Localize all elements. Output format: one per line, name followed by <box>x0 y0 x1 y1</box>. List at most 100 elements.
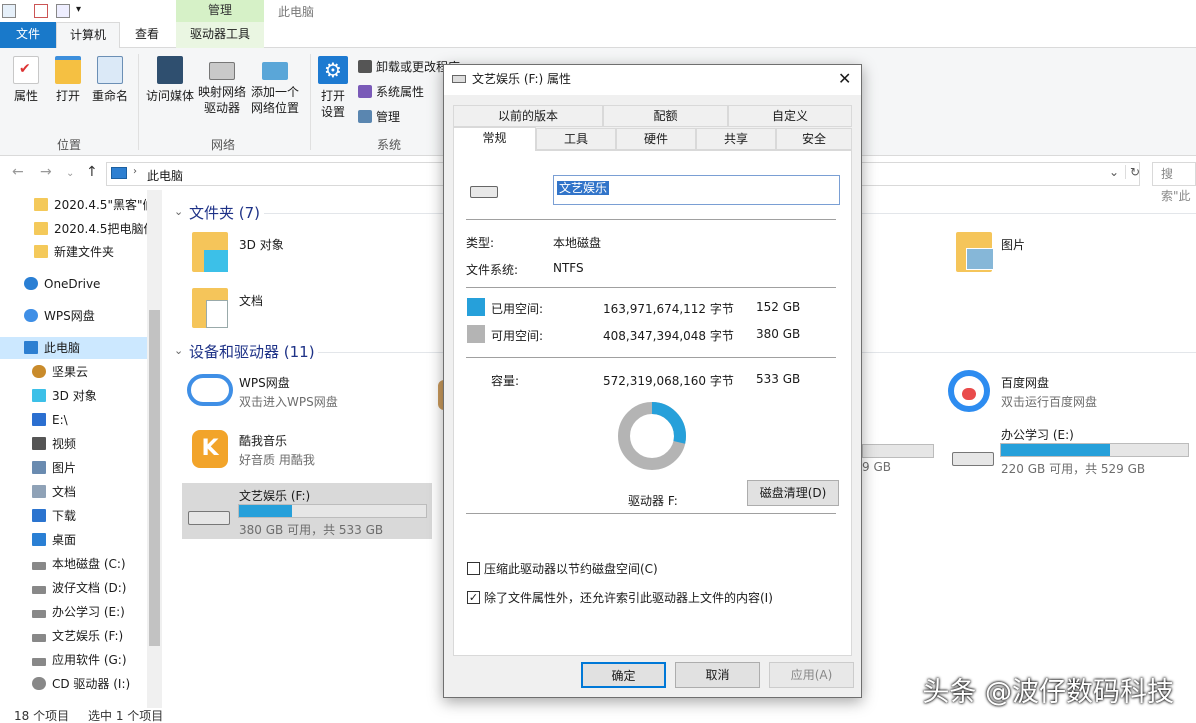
dialog-title-bar[interactable]: 文艺娱乐 (F:) 属性 ✕ <box>444 65 861 95</box>
device-item-e-drive[interactable]: 办公学习 (E:) 220 GB 可用，共 529 GB <box>946 422 1196 478</box>
folder-name: 文档 <box>239 294 264 308</box>
sidebar-item-this-pc[interactable]: 此电脑 <box>0 337 147 359</box>
tab-computer[interactable]: 计算机 <box>56 22 120 48</box>
sidebar-item[interactable]: 本地磁盘 (C:) <box>0 553 147 575</box>
system-properties-label: 系统属性 <box>376 85 425 99</box>
onedrive-cloud-icon <box>24 277 38 290</box>
sidebar-item-label: 桌面 <box>52 533 77 547</box>
manage-button[interactable]: 管理 <box>358 109 400 125</box>
rename-button[interactable]: 重命名 <box>90 56 130 104</box>
apply-button[interactable]: 应用(A) <box>769 662 854 688</box>
device-item-f-drive[interactable]: 文艺娱乐 (F:) 380 GB 可用，共 533 GB <box>182 483 432 539</box>
access-media-button[interactable]: 访问媒体 <box>144 56 196 104</box>
folder-item-3d[interactable]: 3D 对象 <box>190 232 430 278</box>
sidebar-item[interactable]: 坚果云 <box>0 361 147 383</box>
device-item-kuwo[interactable]: K 酷我音乐 好音质 用酷我 <box>184 428 432 474</box>
system-properties-button[interactable]: 系统属性 <box>358 84 424 100</box>
folders-section-header[interactable]: 文件夹 (7) <box>189 202 260 223</box>
ok-button[interactable]: 确定 <box>581 662 666 688</box>
cancel-button[interactable]: 取消 <box>675 662 760 688</box>
collapse-chevron-icon[interactable]: ⌄ <box>174 344 183 357</box>
tab-sharing[interactable]: 共享 <box>696 128 776 150</box>
sidebar-item[interactable]: 办公学习 (E:) <box>0 601 147 623</box>
drive-usage-bar <box>238 504 427 518</box>
refresh-icon[interactable]: ↻ <box>1125 165 1140 179</box>
window-title: 此电脑 <box>278 5 315 19</box>
sidebar-item-label: 坚果云 <box>52 365 89 379</box>
qat-dropdown-icon[interactable]: ▾ <box>76 4 81 15</box>
sidebar-item[interactable]: 文艺娱乐 (F:) <box>0 625 147 647</box>
sidebar-item[interactable]: 波仔文档 (D:) <box>0 577 147 599</box>
close-icon[interactable]: ✕ <box>838 65 851 93</box>
sidebar-item[interactable]: 下载 <box>0 505 147 527</box>
index-checkbox[interactable]: ✓ <box>467 591 480 604</box>
document-icon <box>206 300 228 328</box>
scrollbar-thumb[interactable] <box>149 310 160 646</box>
up-arrow-icon[interactable]: ↑ <box>86 164 98 180</box>
index-label[interactable]: 除了文件属性外，还允许索引此驱动器上文件的内容(I) <box>484 589 773 606</box>
sidebar-item[interactable]: 应用软件 (G:) <box>0 649 147 671</box>
tab-security[interactable]: 安全 <box>776 128 852 150</box>
tab-view[interactable]: 查看 <box>124 22 170 48</box>
open-button[interactable]: 打开 <box>52 56 84 104</box>
capacity-label: 容量: <box>491 374 520 388</box>
device-item-baidu[interactable]: 百度网盘 双击运行百度网盘 <box>946 370 1166 416</box>
sidebar-item-label: 应用软件 (G:) <box>52 653 127 667</box>
tab-file[interactable]: 文件 <box>0 22 56 48</box>
devices-section-header[interactable]: 设备和驱动器 (11) <box>189 341 315 362</box>
sidebar-item[interactable]: 3D 对象 <box>0 385 147 407</box>
recent-dropdown-icon[interactable]: ⌄ <box>66 168 74 179</box>
properties-button[interactable]: ✔ 属性 <box>8 56 44 104</box>
disk-cleanup-button[interactable]: 磁盘清理(D) <box>747 480 839 506</box>
tab-tools[interactable]: 工具 <box>536 128 616 150</box>
sidebar-item[interactable]: 文档 <box>0 481 147 503</box>
device-item-wps[interactable]: WPS网盘 双击进入WPS网盘 <box>184 370 432 416</box>
forward-arrow-icon[interactable]: → <box>40 164 52 180</box>
sidebar-item[interactable]: 新建文件夹 <box>0 241 147 263</box>
drive-icon <box>470 186 498 198</box>
drive-letter-label: 驱动器 F: <box>628 494 678 508</box>
open-settings-button[interactable]: ⚙ 打开 设置 <box>316 56 350 120</box>
folder-item-documents[interactable]: 文档 <box>190 288 430 334</box>
sidebar-item[interactable]: 2020.4.5"黑客"们 <box>0 194 147 216</box>
sidebar-item-label: 本地磁盘 (C:) <box>52 557 126 571</box>
back-arrow-icon[interactable]: ← <box>12 164 24 180</box>
compress-checkbox[interactable] <box>467 562 480 575</box>
tab-drive-tools[interactable]: 驱动器工具 <box>176 22 264 48</box>
navigation-pane: 2020.4.5"黑客"们 2020.4.5把电脑借 新建文件夹 OneDriv… <box>0 190 162 710</box>
drive-icon <box>952 452 994 466</box>
used-space-swatch <box>467 298 485 316</box>
tab-customize[interactable]: 自定义 <box>728 105 852 127</box>
collapse-chevron-icon[interactable]: ⌄ <box>174 205 183 218</box>
breadcrumb[interactable]: 此电脑 <box>147 167 183 184</box>
compress-label[interactable]: 压缩此驱动器以节约磁盘空间(C) <box>484 560 658 577</box>
folder-item-pictures[interactable]: 图片 <box>952 232 1152 278</box>
breadcrumb-chevron-icon[interactable]: › <box>133 166 137 177</box>
sidebar-item-onedrive[interactable]: OneDrive <box>0 273 147 295</box>
tab-hardware[interactable]: 硬件 <box>616 128 696 150</box>
sidebar-item[interactable]: 2020.4.5把电脑借 <box>0 218 147 240</box>
wps-cloud-icon <box>187 374 233 406</box>
sidebar-item[interactable]: CD 驱动器 (I:) <box>0 673 147 695</box>
picture-icon <box>966 248 994 270</box>
properties-icon[interactable] <box>34 4 48 18</box>
new-folder-icon[interactable] <box>56 4 70 18</box>
tab-previous-versions[interactable]: 以前的版本 <box>453 105 603 127</box>
tab-quota[interactable]: 配额 <box>603 105 728 127</box>
sidebar-item[interactable]: 图片 <box>0 457 147 479</box>
drive-name-input[interactable]: 文艺娱乐 <box>553 175 840 205</box>
sidebar-item[interactable]: 视频 <box>0 433 147 455</box>
sidebar-item[interactable]: E:\ <box>0 409 147 431</box>
item-count: 18 个项目 <box>14 709 70 723</box>
sidebar-item-wps[interactable]: WPS网盘 <box>0 305 147 327</box>
type-label: 类型: <box>466 236 495 250</box>
map-drive-button[interactable]: 映射网络 驱动器 <box>196 62 248 116</box>
add-network-location-button[interactable]: 添加一个 网络位置 <box>250 62 300 116</box>
sidebar-item[interactable]: 桌面 <box>0 529 147 551</box>
tab-general[interactable]: 常规 <box>453 127 536 151</box>
search-input[interactable]: 搜索"此 <box>1152 162 1196 203</box>
sidebar-item-label: 3D 对象 <box>52 389 97 403</box>
picture-icon <box>32 461 46 474</box>
address-dropdown-icon[interactable]: ⌄ <box>1109 165 1119 179</box>
device-name: WPS网盘 <box>239 376 290 390</box>
